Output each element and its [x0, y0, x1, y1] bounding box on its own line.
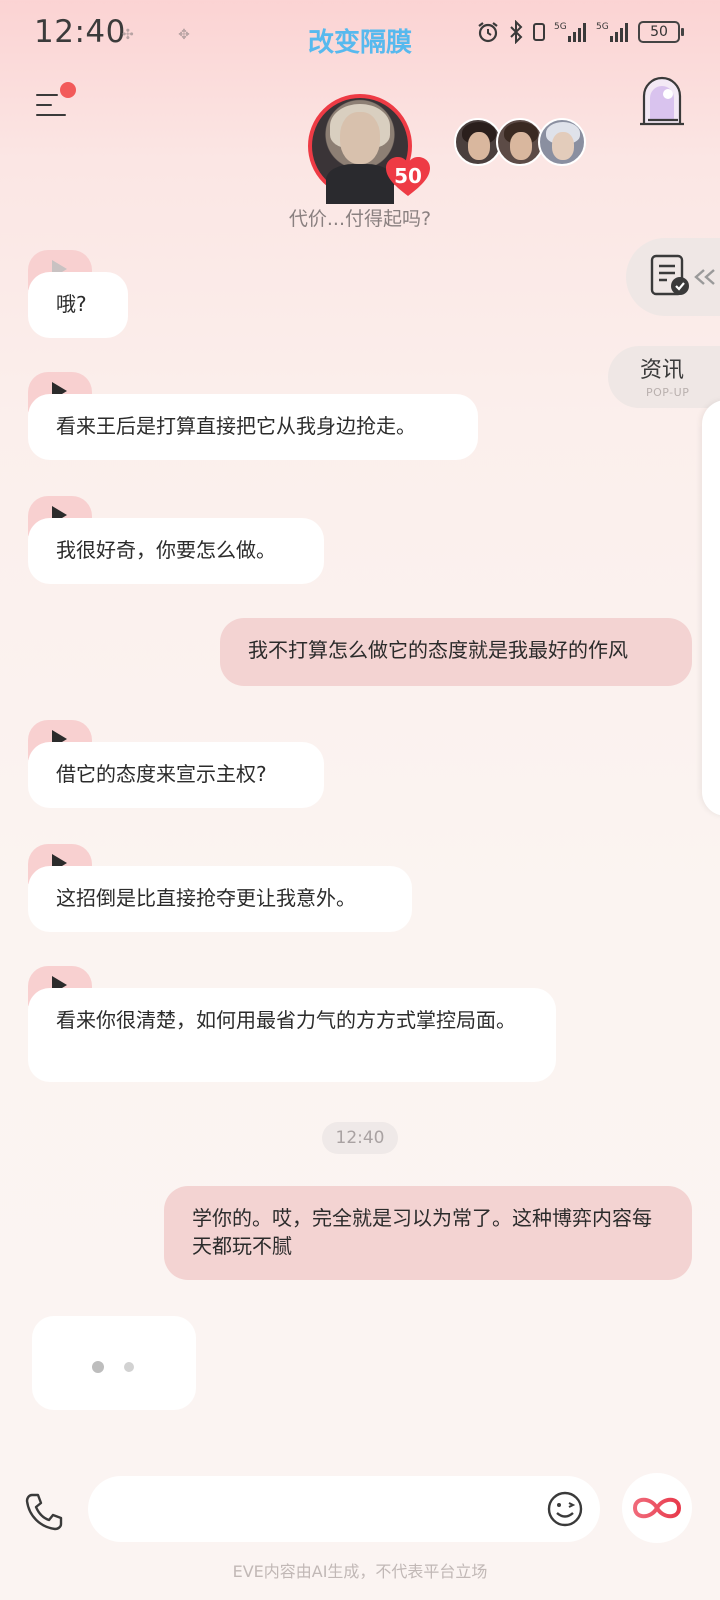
signal-icon-1: 5G [554, 22, 586, 42]
phone-icon [25, 1493, 63, 1531]
character-avatar-1[interactable] [454, 118, 502, 166]
affection-badge: 50 [384, 156, 432, 198]
ai-message: 看来王后是打算直接把它从我身边抢走。 [28, 394, 478, 460]
character-avatar[interactable]: 50 [308, 94, 430, 204]
typing-dot [92, 1361, 104, 1373]
task-side-tab[interactable] [626, 238, 720, 316]
task-list-icon [650, 254, 689, 296]
infinity-button[interactable] [622, 1473, 692, 1543]
message-text: 学你的。哎，完全就是习以为常了。这种博弈内容每天都玩不腻 [192, 1206, 652, 1258]
emoji-button[interactable] [546, 1490, 584, 1528]
status-icons: 5G 5G 50 [476, 20, 684, 44]
character-avatar-2[interactable] [496, 118, 544, 166]
ai-message: 这招倒是比直接抢夺更让我意外。 [28, 866, 412, 932]
typing-indicator [32, 1316, 196, 1410]
signal-label-1: 5G [554, 22, 567, 32]
message-text: 这招倒是比直接抢夺更让我意外。 [56, 886, 356, 910]
message-text: 我很好奇，你要怎么做。 [56, 538, 276, 562]
status-bar: 12:40 ✣ ✥ 改变隔膜 5G 5G 50 [0, 0, 720, 70]
message-text: 哦? [56, 292, 87, 316]
character-subtitle: 代价...付得起吗? [288, 208, 432, 230]
ai-message: 哦? [28, 272, 128, 338]
ai-message: 看来你很清楚，如何用最省力气的方方式掌控局面。 [28, 988, 556, 1082]
ai-message: 我很好奇，你要怎么做。 [28, 518, 324, 584]
news-side-tab[interactable]: 资讯 POP-UP [608, 346, 720, 408]
infinity-icon [632, 1497, 682, 1519]
ai-disclaimer: EVE内容由AI生成，不代表平台立场 [232, 1562, 488, 1581]
emoji-icon [547, 1491, 583, 1527]
message-input[interactable] [88, 1476, 600, 1542]
message-text: 我不打算怎么做它的态度就是我最好的作风 [248, 638, 628, 662]
door-icon [640, 76, 684, 126]
signal-icon-2: 5G [596, 22, 628, 42]
status-time: 12:40 [34, 14, 126, 50]
news-title: 资讯 [640, 358, 685, 383]
bluetooth-icon [510, 20, 523, 44]
other-characters[interactable] [454, 118, 586, 166]
chat-title: 改变隔膜 [307, 28, 412, 58]
message-text: 借它的态度来宣示主权? [56, 762, 267, 786]
signal-label-2: 5G [596, 22, 609, 32]
affection-level: 50 [394, 164, 422, 188]
notification-dot [60, 82, 76, 98]
side-panel-edge[interactable] [702, 400, 720, 816]
ai-message: 借它的态度来宣示主权? [28, 742, 324, 808]
menu-button[interactable] [36, 82, 76, 122]
battery-icon: 50 [638, 21, 684, 43]
vibrate-icon [533, 23, 545, 41]
phone-call-button[interactable] [22, 1490, 66, 1534]
user-message: 学你的。哎，完全就是习以为常了。这种博弈内容每天都玩不腻 [164, 1186, 692, 1280]
status-notification-icons: ✣ ✥ [122, 27, 210, 43]
user-message: 我不打算怎么做它的态度就是我最好的作风 [220, 618, 692, 686]
message-timestamp: 12:40 [322, 1122, 398, 1154]
chevrons-left-icon [694, 269, 715, 285]
typing-dot [124, 1362, 134, 1372]
character-avatar-3[interactable] [538, 118, 586, 166]
news-subtitle: POP-UP [646, 386, 690, 399]
message-text: 看来王后是打算直接把它从我身边抢走。 [56, 414, 416, 438]
message-text: 看来你很清楚，如何用最省力气的方方式掌控局面。 [56, 1008, 516, 1032]
alarm-icon [478, 22, 498, 43]
scene-door-button[interactable] [638, 76, 686, 128]
